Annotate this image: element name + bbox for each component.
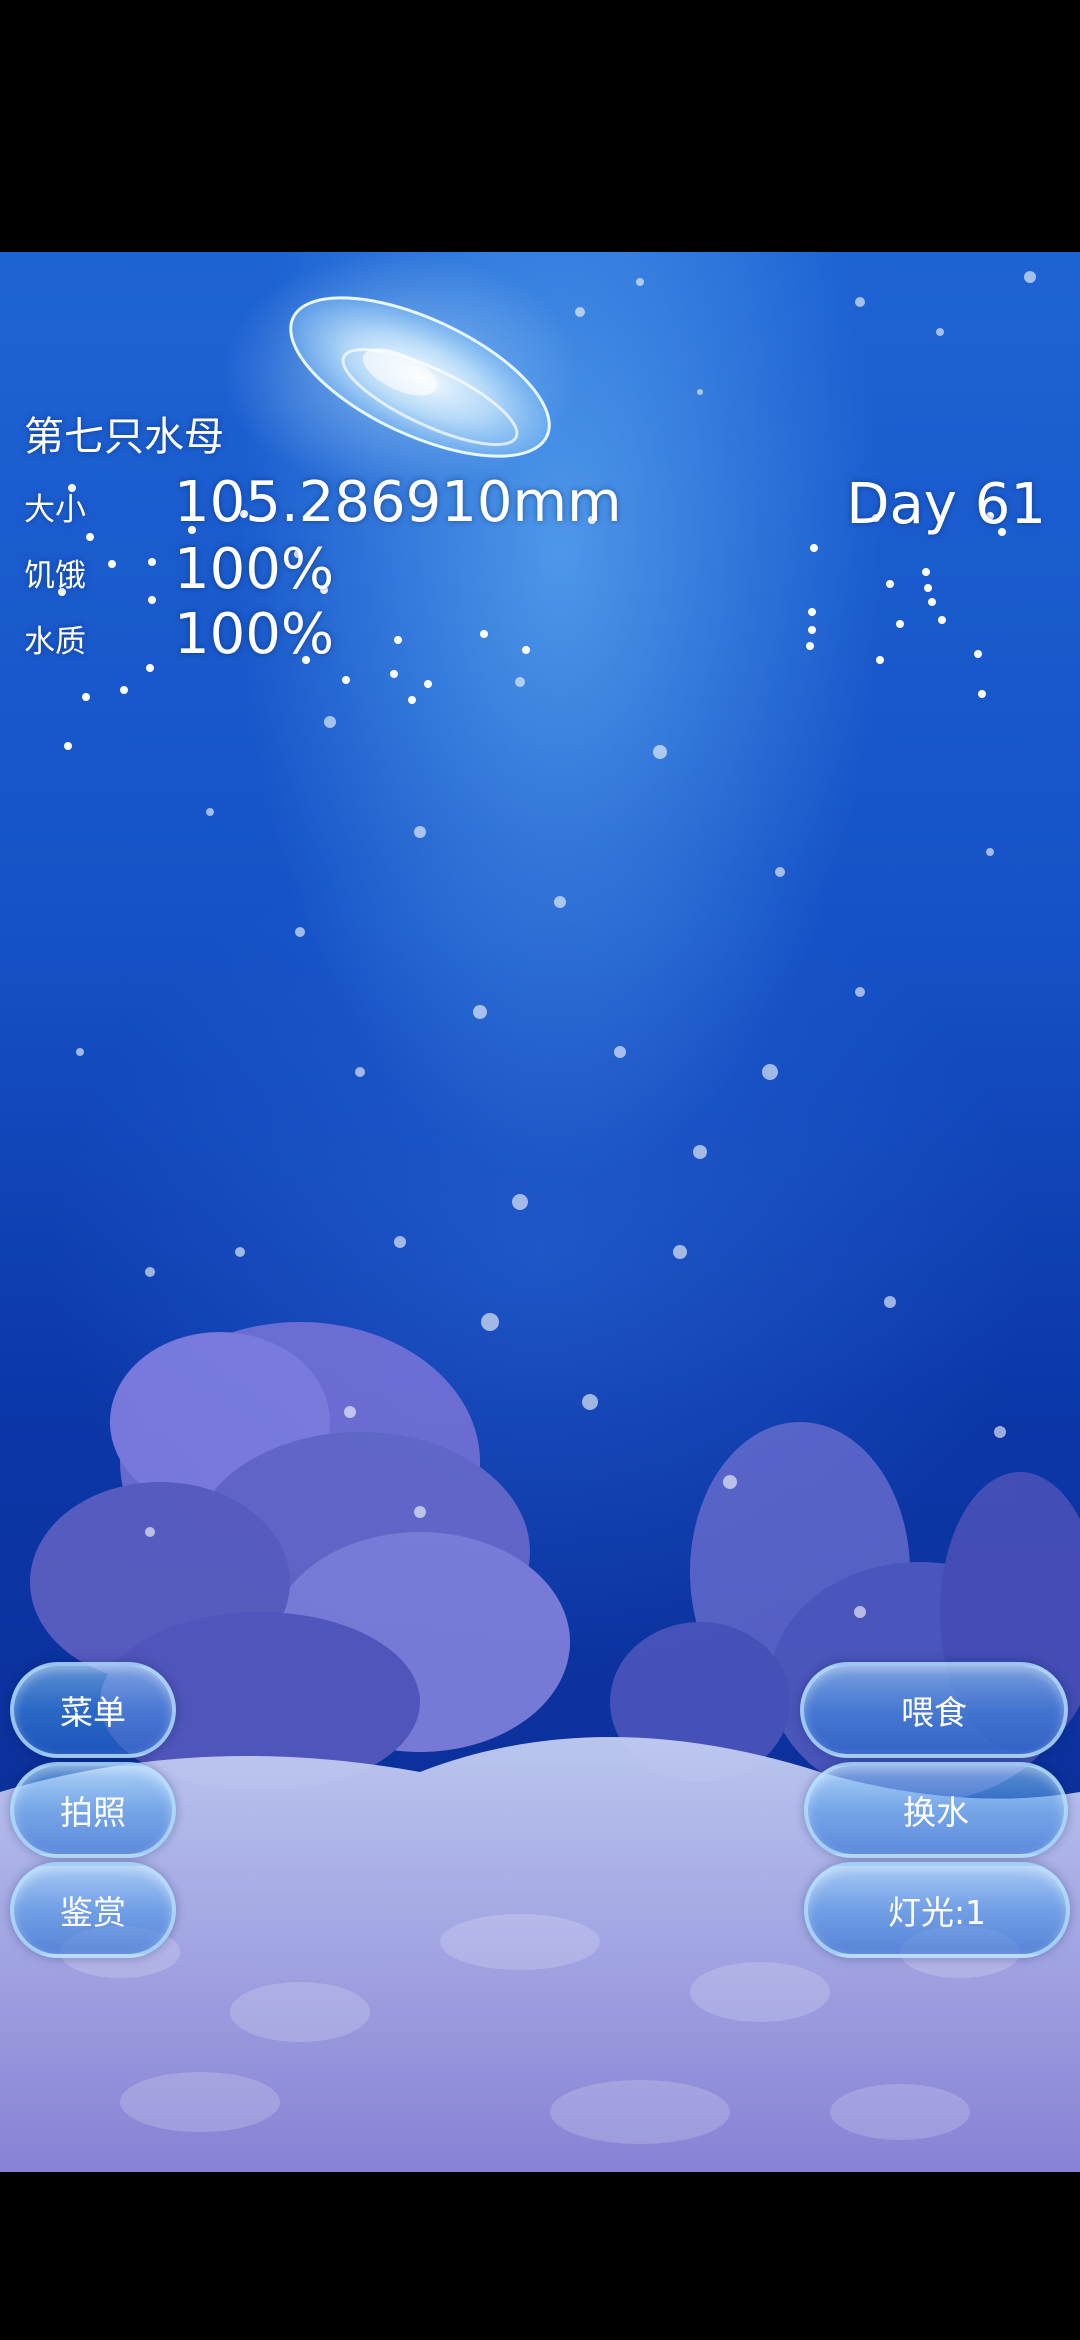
size-label: 大小 xyxy=(24,492,86,528)
jellyfish[interactable] xyxy=(220,252,580,492)
gallery-button[interactable]: 鉴赏 xyxy=(10,1862,176,1958)
feed-button[interactable]: 喂食 xyxy=(800,1662,1068,1758)
bottom-letterbox xyxy=(0,2172,1080,2340)
day-counter: Day 61 xyxy=(846,472,1046,537)
change-water-button[interactable]: 换水 xyxy=(804,1762,1068,1858)
water-quality-value: 100% xyxy=(174,602,335,667)
jellyfish-name: 第七只水母 xyxy=(24,414,224,460)
top-letterbox xyxy=(0,0,1080,252)
photo-button[interactable]: 拍照 xyxy=(10,1762,176,1858)
size-value: 105.286910mm xyxy=(174,470,622,535)
menu-button[interactable]: 菜单 xyxy=(10,1662,176,1758)
water-quality-label: 水质 xyxy=(24,624,86,660)
light-button[interactable]: 灯光:1 xyxy=(804,1862,1070,1958)
hunger-label: 饥饿 xyxy=(24,558,86,594)
hunger-value: 100% xyxy=(174,537,335,602)
aquarium-scene: 第七只水母 大小 105.286910mm 饥饿 100% 水质 100% Da… xyxy=(0,252,1080,2172)
